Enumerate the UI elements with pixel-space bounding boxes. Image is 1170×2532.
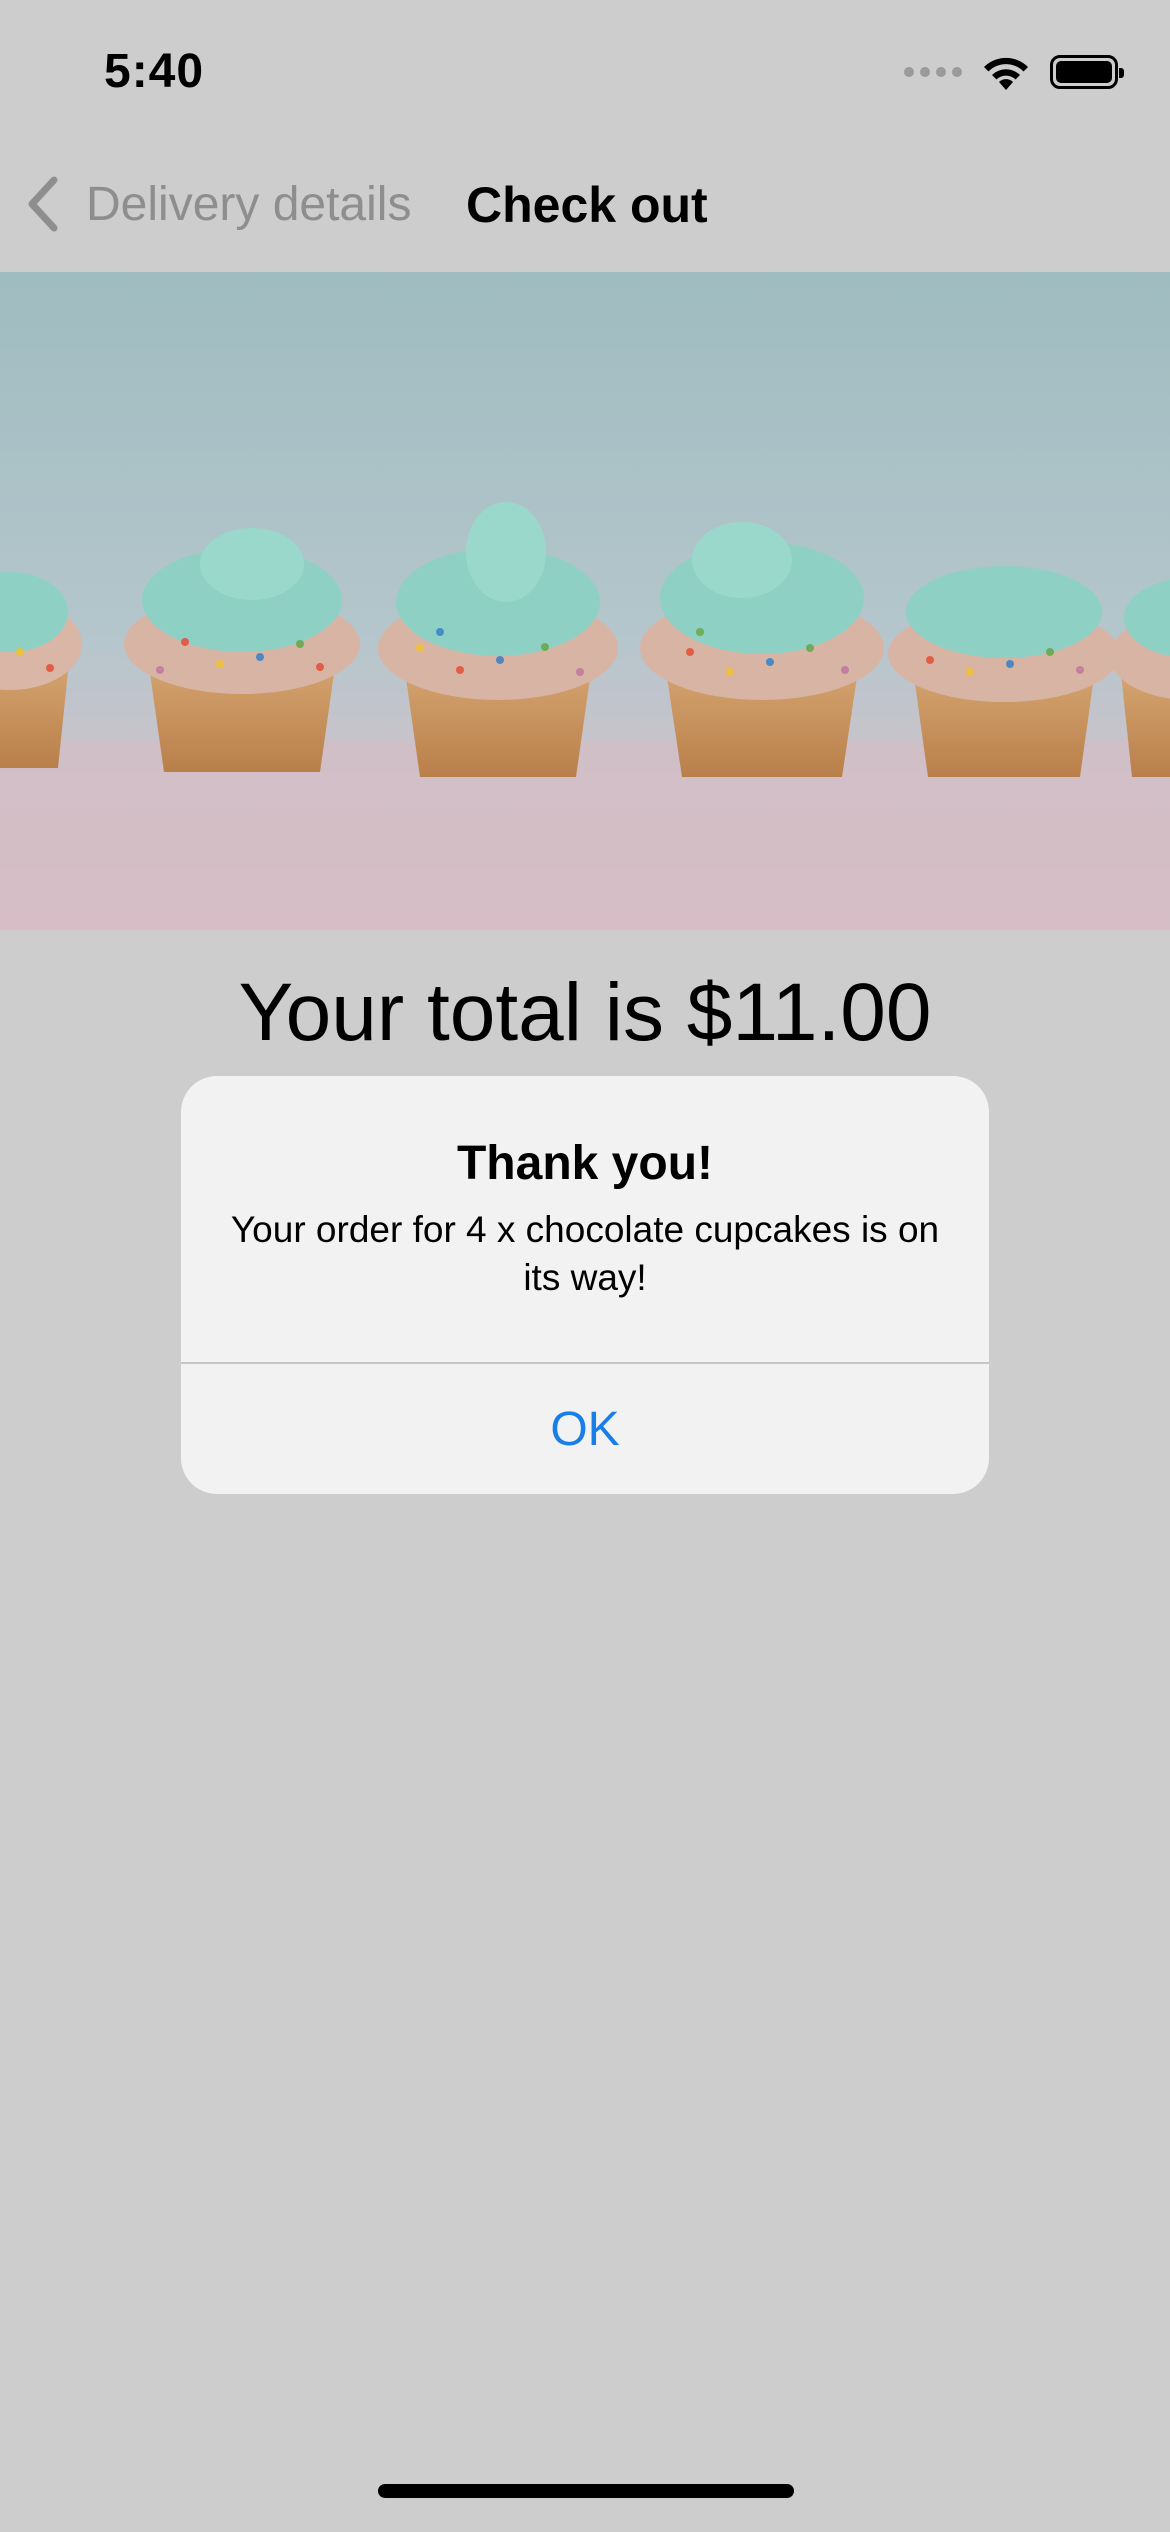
checkout-screen: 5:40 Delivery details Check out Your tot… [0,0,1170,2532]
confirmation-alert: Thank you! Your order for 4 x chocolate … [181,1076,989,1494]
home-indicator[interactable] [378,2484,794,2498]
wifi-icon [984,57,1028,90]
back-button[interactable]: Delivery details [24,174,411,234]
status-icons [904,52,1124,92]
navigation-bar: Delivery details Check out [0,140,1170,272]
status-bar: 5:40 [0,0,1170,140]
chevron-left-icon [28,176,58,232]
cupcakes-hero-image [0,272,1170,930]
page-title: Check out [466,177,708,233]
status-time: 5:40 [104,45,205,98]
battery-icon [1050,55,1124,89]
alert-message: Your order for 4 x chocolate cupcakes is… [230,1209,940,1298]
order-total: Your total is $11.00 [238,967,932,1058]
ok-button[interactable]: OK [181,1364,989,1494]
alert-title: Thank you! [456,1137,713,1190]
cellular-signal-icon [904,67,962,77]
back-button-label: Delivery details [86,177,412,231]
